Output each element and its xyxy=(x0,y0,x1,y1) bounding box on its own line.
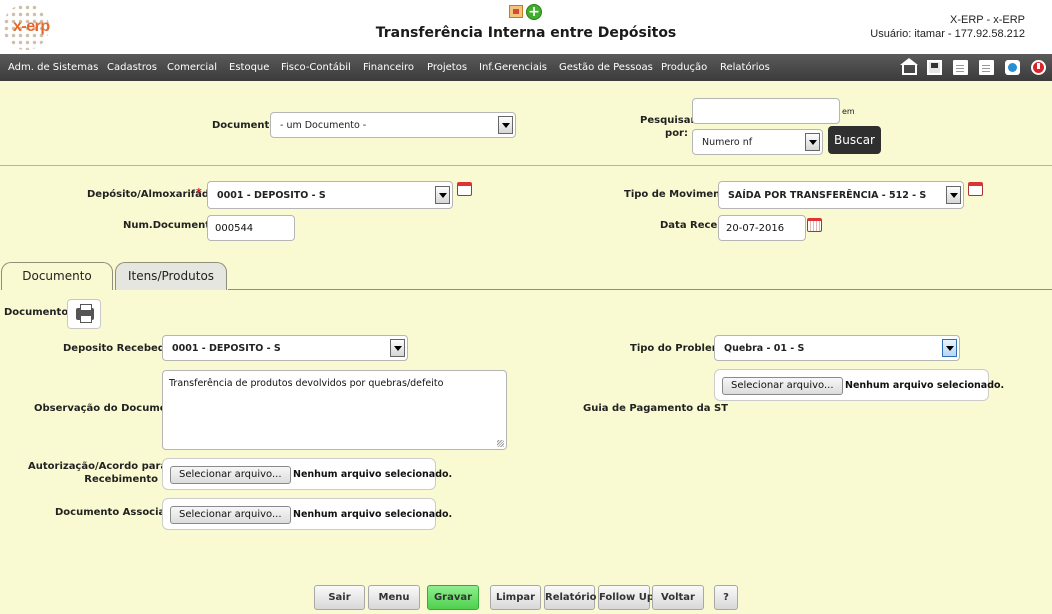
voltar-button[interactable]: Voltar xyxy=(652,585,704,610)
guia-file-button[interactable]: Selecionar arquivo... xyxy=(722,377,843,395)
deposito-recebedor-label: Deposito Recebedor xyxy=(63,343,177,354)
recebimento-label: Recebimento xyxy=(84,474,158,485)
num-documento-value: 000544 xyxy=(215,223,254,234)
autorizacao-file-box: Selecionar arquivo... Nenhum arquivo sel… xyxy=(162,458,452,490)
menu-projetos[interactable]: Projetos xyxy=(427,62,467,73)
document-icon[interactable] xyxy=(953,60,968,75)
help-button[interactable]: ? xyxy=(714,585,738,610)
search-field-value: Numero nf xyxy=(702,137,753,148)
num-documento-input[interactable]: 000544 xyxy=(207,215,295,241)
documento-label: Documento xyxy=(212,120,277,131)
guia-file-status: Nenhum arquivo selecionado. xyxy=(845,380,1005,391)
home-icon[interactable] xyxy=(900,58,918,75)
documento-associado-label: Documento Associado xyxy=(55,507,180,518)
deposito-select[interactable]: 0001 - DEPOSITO - S xyxy=(207,181,453,209)
logout-power-icon[interactable] xyxy=(1031,60,1046,75)
tipo-problema-select[interactable]: Quebra - 01 - S xyxy=(714,335,960,361)
menu-inf-gerenciais[interactable]: Inf.Gerenciais xyxy=(479,62,547,73)
gravar-button[interactable]: Gravar xyxy=(427,585,479,610)
tab-itens-produtos[interactable]: Itens/Produtos xyxy=(115,262,227,290)
documento-associado-file-button[interactable]: Selecionar arquivo... xyxy=(170,506,291,524)
add-icon[interactable]: + xyxy=(526,4,542,20)
tipo-movimento-label: Tipo de Movimento xyxy=(624,189,732,200)
follow-up-button[interactable]: Follow Up xyxy=(598,585,654,610)
por-label: por: xyxy=(665,128,688,139)
relatorio-button[interactable]: Relatório xyxy=(544,585,597,610)
data-receb-value: 20-07-2016 xyxy=(726,223,785,234)
data-receb-input[interactable]: 20-07-2016 xyxy=(718,215,806,241)
tipo-movimento-select[interactable]: SAÍDA POR TRANSFERÊNCIA - 512 - S xyxy=(718,181,964,209)
tab-documento[interactable]: Documento xyxy=(1,262,113,290)
chevron-down-icon[interactable] xyxy=(390,339,405,357)
chevron-down-icon[interactable] xyxy=(805,133,820,151)
menu-producao[interactable]: Produção xyxy=(661,62,707,73)
menu-estoque[interactable]: Estoque xyxy=(229,62,269,73)
printer-icon xyxy=(76,304,94,323)
chevron-down-icon[interactable] xyxy=(942,339,957,357)
required-mark: * xyxy=(196,186,202,199)
documentos-label: Documentos xyxy=(4,307,75,318)
autorizacao-file-button[interactable]: Selecionar arquivo... xyxy=(170,466,291,484)
autorizacao-label: Autorização/Acordo para xyxy=(28,461,168,472)
menu-relatorios[interactable]: Relatórios xyxy=(720,62,770,73)
menu-comercial[interactable]: Comercial xyxy=(167,62,217,73)
em-label: em xyxy=(842,107,855,116)
guia-file-box: Selecionar arquivo... Nenhum arquivo sel… xyxy=(714,369,1004,401)
autorizacao-file-status: Nenhum arquivo selecionado. xyxy=(293,469,453,480)
sair-button[interactable]: Sair xyxy=(314,585,365,610)
menu-adm-sistemas[interactable]: Adm. de Sistemas xyxy=(8,62,98,73)
section-divider xyxy=(0,165,1052,166)
user-info: Usuário: itamar - 177.92.58.212 xyxy=(870,28,1025,40)
menu-button[interactable]: Menu xyxy=(368,585,420,610)
menu-financeiro[interactable]: Financeiro xyxy=(363,62,414,73)
pesquisar-label: Pesquisar xyxy=(640,115,696,126)
chevron-down-icon[interactable] xyxy=(435,186,450,204)
deposito-recebedor-value: 0001 - DEPOSITO - S xyxy=(172,343,281,354)
page-icon[interactable] xyxy=(979,60,994,75)
save-icon[interactable] xyxy=(927,60,942,75)
chevron-down-icon[interactable] xyxy=(498,116,513,134)
guia-pagamento-label: Guia de Pagamento da ST xyxy=(583,403,728,414)
document-icon[interactable] xyxy=(509,5,523,18)
observacao-value: Transferência de produtos devolvidos por… xyxy=(169,378,444,389)
menu-fisco-contabil[interactable]: Fisco-Contábil xyxy=(281,62,351,73)
documento-select[interactable]: - um Documento - xyxy=(270,112,516,138)
calendar-icon[interactable] xyxy=(968,182,983,196)
num-documento-label: Num.Documento xyxy=(123,220,217,231)
menu-gestao-pessoas[interactable]: Gestão de Pessoas xyxy=(559,62,653,73)
calendar-icon[interactable] xyxy=(457,182,472,196)
print-button[interactable] xyxy=(67,299,101,329)
buscar-button[interactable]: Buscar xyxy=(828,126,881,154)
observacao-textarea[interactable]: Transferência de produtos devolvidos por… xyxy=(162,370,507,450)
feed-icon[interactable] xyxy=(1005,60,1020,75)
system-name: X-ERP - x-ERP xyxy=(950,14,1025,26)
deposito-recebedor-select[interactable]: 0001 - DEPOSITO - S xyxy=(162,335,408,361)
date-picker-icon[interactable] xyxy=(807,218,822,232)
search-field-select[interactable]: Numero nf xyxy=(692,129,823,155)
menu-cadastros[interactable]: Cadastros xyxy=(107,62,157,73)
search-input[interactable] xyxy=(692,98,840,124)
tab-underline xyxy=(228,289,1052,290)
chevron-down-icon[interactable] xyxy=(946,186,961,204)
tipo-problema-value: Quebra - 01 - S xyxy=(724,343,805,354)
main-menu-bar: Adm. de Sistemas Cadastros Comercial Est… xyxy=(0,54,1052,81)
documento-associado-file-box: Selecionar arquivo... Nenhum arquivo sel… xyxy=(162,498,452,530)
limpar-button[interactable]: Limpar xyxy=(490,585,541,610)
documento-associado-file-status: Nenhum arquivo selecionado. xyxy=(293,509,453,520)
tipo-movimento-value: SAÍDA POR TRANSFERÊNCIA - 512 - S xyxy=(728,190,927,201)
deposito-select-value: 0001 - DEPOSITO - S xyxy=(217,190,326,201)
documento-select-value: - um Documento - xyxy=(280,120,367,131)
header: x-erp + Transferência Interna entre Depó… xyxy=(0,0,1052,54)
resize-handle-icon[interactable] xyxy=(497,440,504,447)
